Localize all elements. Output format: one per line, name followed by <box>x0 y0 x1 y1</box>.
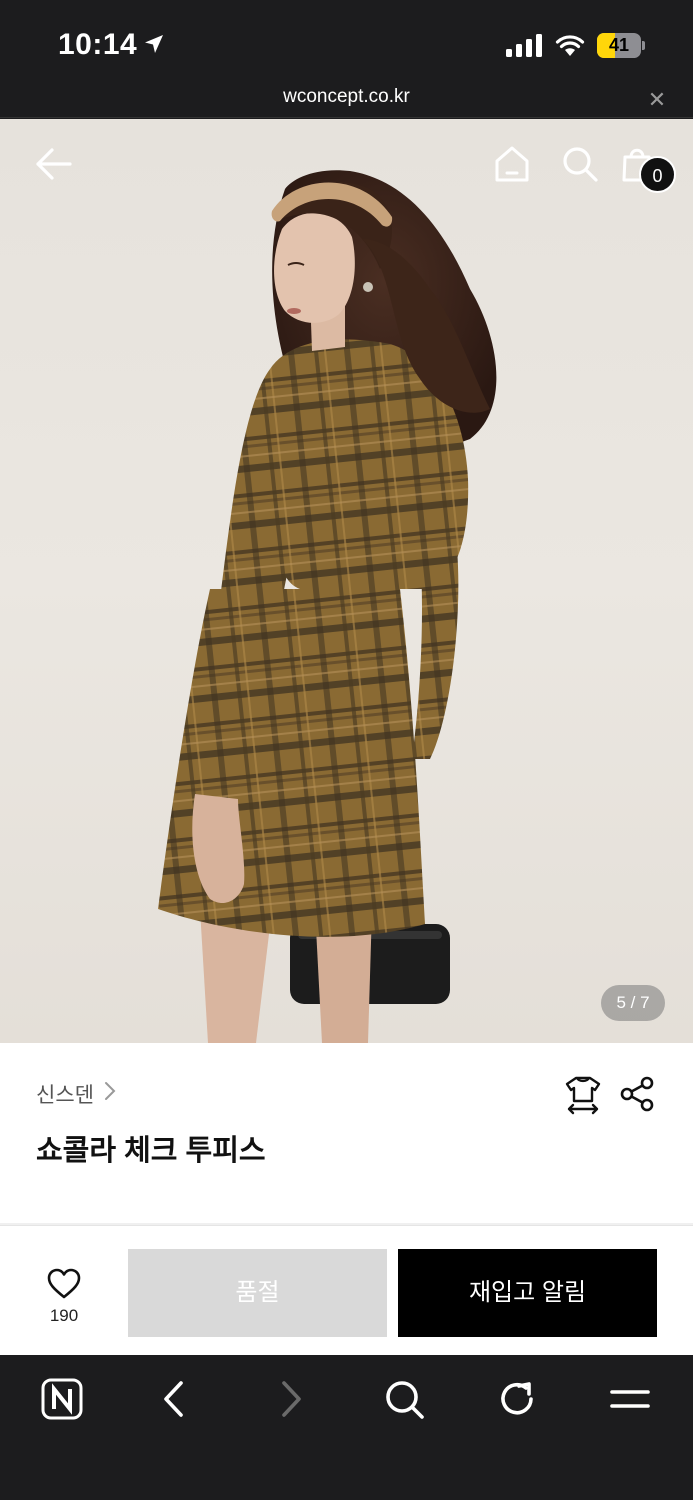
home-icon[interactable] <box>492 144 532 184</box>
product-info: 신스덴 쇼콜라 체크 투피스 <box>0 1043 693 1225</box>
share-icon[interactable] <box>618 1075 656 1113</box>
reload-icon[interactable] <box>495 1377 539 1421</box>
like-count: 190 <box>49 1306 79 1325</box>
brand-link[interactable]: 신스덴 <box>36 1079 94 1109</box>
product-image-gallery[interactable]: 0 5 / 7 <box>0 119 693 1043</box>
status-bar: 10:14 41 <box>0 0 693 82</box>
product-photo <box>158 170 497 1043</box>
size-guide-icon[interactable] <box>564 1075 602 1115</box>
search-icon[interactable] <box>382 1377 426 1421</box>
forward-chevron-icon[interactable] <box>268 1377 312 1421</box>
like-button[interactable]: 190 <box>28 1262 100 1332</box>
wifi-icon <box>555 35 585 56</box>
image-counter: 5 / 7 <box>601 985 665 1021</box>
back-chevron-icon[interactable] <box>153 1377 197 1421</box>
status-time: 10:14 <box>58 28 138 61</box>
menu-icon[interactable] <box>608 1377 652 1421</box>
back-arrow-icon[interactable] <box>32 145 74 183</box>
naver-n-icon[interactable] <box>40 1377 84 1421</box>
product-title: 쇼콜라 체크 투피스 <box>36 1135 266 1167</box>
battery-percentage: 41 <box>608 35 630 55</box>
url-text[interactable]: wconcept.co.kr <box>0 86 693 108</box>
browser-toolbar <box>0 1355 693 1500</box>
restock-alert-button[interactable]: 재입고 알림 <box>398 1249 657 1337</box>
battery-charging-icon: 41 <box>597 33 645 58</box>
chevron-right-icon[interactable] <box>103 1080 117 1102</box>
purchase-action-bar: 190 품절 재입고 알림 <box>0 1225 693 1355</box>
location-arrow-icon <box>145 35 163 53</box>
heart-icon[interactable] <box>46 1268 82 1300</box>
browser-url-bar[interactable]: wconcept.co.kr ✕ <box>0 82 693 118</box>
cellular-signal-icon <box>506 34 542 57</box>
search-icon[interactable] <box>560 144 600 184</box>
soldout-button: 품절 <box>128 1249 387 1337</box>
close-icon[interactable]: ✕ <box>645 88 669 112</box>
cart-count-badge[interactable]: 0 <box>639 156 676 193</box>
